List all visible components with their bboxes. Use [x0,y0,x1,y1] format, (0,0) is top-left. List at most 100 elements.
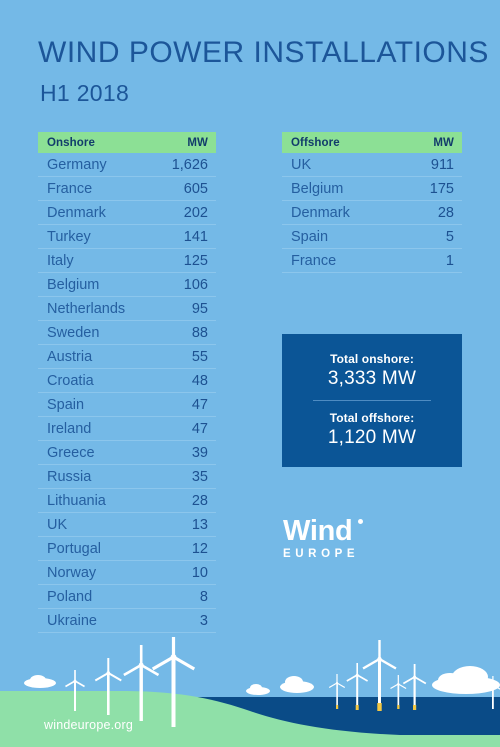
table-row: Sweden 88 [38,321,216,345]
table-row: Spain 47 [38,393,216,417]
offshore-row-value: 1 [445,252,454,269]
table-row: France 605 [38,177,216,201]
table-row: Poland 8 [38,585,216,609]
onshore-row-value: 12 [191,540,208,557]
onshore-row-value: 28 [191,492,208,509]
offshore-row-value: 28 [437,204,454,221]
table-row: Austria 55 [38,345,216,369]
onshore-row-country: Lithuania [47,492,106,509]
table-row: Belgium 106 [38,273,216,297]
windeurope-logo: Wind EUROPE [283,516,403,561]
page-title: WIND POWER INSTALLATIONS [38,36,489,69]
table-row: Denmark 202 [38,201,216,225]
table-row: Portugal 12 [38,537,216,561]
onshore-table-header: Onshore MW [38,132,216,153]
total-offshore-value: 1,120 MW [327,427,417,448]
page-subtitle: H1 2018 [40,80,130,106]
onshore-row-country: Sweden [47,324,100,341]
offshore-row-country: Spain [291,228,329,245]
onshore-row-country: Portugal [47,540,102,557]
table-row: Norway 10 [38,561,216,585]
onshore-row-country: UK [47,516,68,533]
onshore-row-value: 35 [191,468,208,485]
totals-divider [313,400,431,401]
onshore-row-country: Russia [47,468,92,485]
offshore-header-label: Offshore [291,136,340,149]
onshore-row-value: 95 [191,300,208,317]
table-row: France 1 [282,249,462,273]
onshore-header-label: Onshore [47,136,95,149]
onshore-row-country: Ireland [47,420,92,437]
offshore-table: Offshore MW UK 911 Belgium 175 Denmark 28 Spai… [282,132,462,273]
table-row: Lithuania 28 [38,489,216,513]
onshore-row-value: 55 [191,348,208,365]
onshore-row-value: 3 [199,612,208,629]
table-row: Belgium 175 [282,177,462,201]
logo-wordmark-europe: EUROPE [283,548,360,560]
offshore-row-value: 5 [445,228,454,245]
logo-wind-text: Wind [283,515,353,547]
table-row: Netherlands 95 [38,297,216,321]
offshore-row-value: 911 [430,156,454,173]
onshore-row-value: 125 [183,252,208,269]
offshore-row-country: Denmark [291,204,350,221]
offshore-table-header: Offshore MW [282,132,462,153]
onshore-row-country: Norway [47,564,97,581]
offshore-row-country: UK [291,156,312,173]
table-row: Greece 39 [38,441,216,465]
poster-root: WIND POWER INSTALLATIONS H1 2018 Onshore… [0,0,500,747]
website-url[interactable]: windeurope.org [44,718,133,732]
onshore-row-country: Netherlands [47,300,126,317]
onshore-table-body: Germany 1,626 France 605 Denmark 202 Turkey 141… [38,153,216,633]
onshore-row-country: Austria [47,348,93,365]
table-row: Germany 1,626 [38,153,216,177]
onshore-row-country: Ukraine [47,612,97,629]
total-offshore-label: Total offshore: [329,411,415,425]
table-row: Ukraine 3 [38,609,216,633]
table-row: Denmark 28 [282,201,462,225]
table-row: Spain 5 [282,225,462,249]
onshore-row-value: 605 [183,180,208,197]
table-row: UK 13 [38,513,216,537]
table-row: UK 911 [282,153,462,177]
table-row: Turkey 141 [38,225,216,249]
logo-dot-icon [358,519,364,524]
onshore-row-value: 202 [183,204,208,221]
table-row: Italy 125 [38,249,216,273]
onshore-row-value: 13 [191,516,208,533]
offshore-header-unit: MW [433,136,454,149]
onshore-row-value: 88 [191,324,208,341]
onshore-table: Onshore MW Germany 1,626 France 605 Denmark 2… [38,132,216,633]
logo-wordmark-wind: Wind [283,515,364,547]
onshore-row-country: Greece [47,444,95,461]
offshore-row-value: 175 [429,180,454,197]
total-onshore-value: 3,333 MW [327,368,417,389]
table-row: Russia 35 [38,465,216,489]
onshore-row-value: 39 [191,444,208,461]
onshore-row-value: 106 [183,276,208,293]
onshore-row-country: Italy [47,252,74,269]
onshore-row-country: Spain [47,396,85,413]
onshore-row-value: 47 [191,396,208,413]
total-offshore-block: Total offshore: 1,120 MW [282,410,462,450]
onshore-row-value: 8 [199,588,208,605]
offshore-row-country: France [291,252,337,269]
offshore-row-country: Belgium [291,180,344,197]
onshore-row-country: Denmark [47,204,106,221]
onshore-header-unit: MW [187,136,208,149]
offshore-table-body: UK 911 Belgium 175 Denmark 28 Spain 5 France 1 [282,153,462,273]
onshore-row-value: 48 [191,372,208,389]
onshore-row-value: 47 [191,420,208,437]
onshore-row-value: 141 [183,228,208,245]
onshore-row-country: Croatia [47,372,94,389]
onshore-row-country: Belgium [47,276,100,293]
onshore-row-country: Germany [47,156,107,173]
totals-box: Total onshore: 3,333 MW Total offshore: … [282,334,462,467]
onshore-row-country: Turkey [47,228,91,245]
onshore-row-country: Poland [47,588,93,605]
table-row: Ireland 47 [38,417,216,441]
total-onshore-label: Total onshore: [330,352,414,366]
onshore-row-value: 1,626 [171,156,208,173]
onshore-row-value: 10 [191,564,208,581]
onshore-row-country: France [47,180,93,197]
